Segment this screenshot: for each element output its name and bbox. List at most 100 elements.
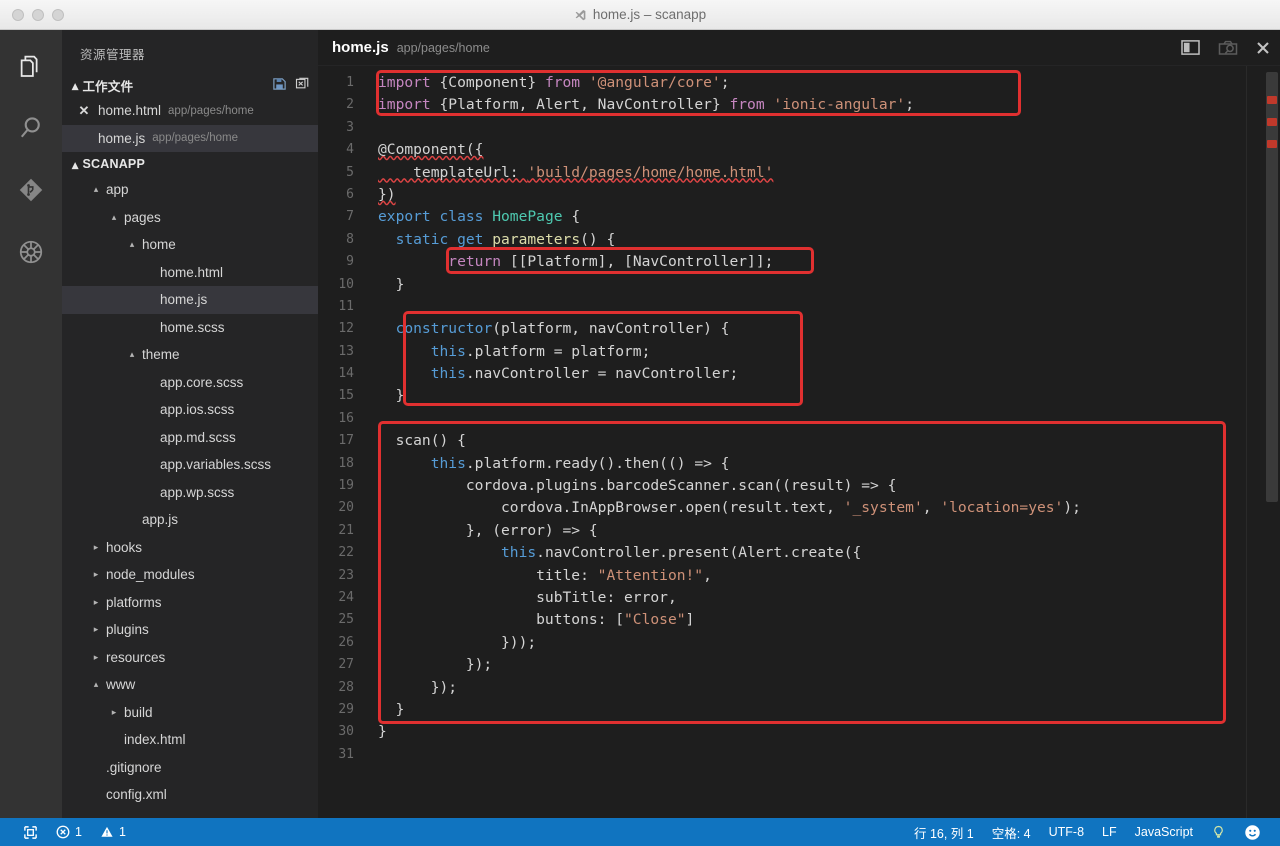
- code-line[interactable]: scan() {: [378, 430, 1280, 452]
- code-line[interactable]: [378, 296, 1280, 318]
- project-section-header[interactable]: ▴ SCANAPP: [62, 152, 318, 176]
- open-editor-item[interactable]: home.js app/pages/home: [62, 124, 318, 152]
- code-line[interactable]: [378, 744, 1280, 766]
- open-editors-section-header[interactable]: ▴ 工作文件: [62, 73, 318, 97]
- code-line[interactable]: import {Platform, Alert, NavController} …: [378, 94, 1280, 116]
- activity-bar-item-debug[interactable]: [13, 234, 49, 270]
- code-line[interactable]: }: [378, 699, 1280, 721]
- status-lightbulb-icon[interactable]: [1202, 818, 1235, 846]
- code-text[interactable]: import {Component} from '@angular/core';…: [364, 66, 1280, 818]
- status-problems-errors[interactable]: 1: [47, 818, 91, 846]
- code-line[interactable]: }));: [378, 632, 1280, 654]
- save-all-icon[interactable]: [272, 76, 287, 94]
- file-tree-item[interactable]: app.js: [62, 506, 318, 534]
- file-tree-item[interactable]: ▴ www: [62, 671, 318, 699]
- code-line[interactable]: [378, 117, 1280, 139]
- file-tree-item[interactable]: ▸ node_modules: [62, 561, 318, 589]
- code-line[interactable]: return [[Platform], [NavController]];: [378, 251, 1280, 273]
- file-tree-item[interactable]: app.ios.scss: [62, 396, 318, 424]
- file-tree-item[interactable]: ▸ resources: [62, 644, 318, 672]
- file-tree-item[interactable]: home.js: [62, 286, 318, 314]
- status-smiley-icon[interactable]: [1235, 818, 1270, 846]
- chevron-right-icon[interactable]: ▸: [90, 542, 102, 553]
- code-line[interactable]: }): [378, 184, 1280, 206]
- code-line[interactable]: }: [378, 721, 1280, 743]
- code-line[interactable]: [378, 408, 1280, 430]
- code-line[interactable]: }: [378, 385, 1280, 407]
- chevron-down-icon[interactable]: ▴: [126, 239, 138, 250]
- file-tree-item[interactable]: ▸ plugins: [62, 616, 318, 644]
- code-line[interactable]: templateUrl: 'build/pages/home/home.html…: [378, 162, 1280, 184]
- code-line[interactable]: @Component({: [378, 139, 1280, 161]
- code-line[interactable]: cordova.InAppBrowser.open(result.text, '…: [378, 497, 1280, 519]
- file-tree-item[interactable]: .gitignore: [62, 754, 318, 782]
- chevron-down-icon[interactable]: ▴: [90, 184, 102, 195]
- file-tree-item[interactable]: ▸ platforms: [62, 589, 318, 617]
- file-tree-item[interactable]: app.wp.scss: [62, 479, 318, 507]
- code-line[interactable]: subTitle: error,: [378, 587, 1280, 609]
- file-tree-item[interactable]: app.md.scss: [62, 424, 318, 452]
- file-tree-item[interactable]: ▸ build: [62, 699, 318, 727]
- code-line[interactable]: cordova.plugins.barcodeScanner.scan((res…: [378, 475, 1280, 497]
- code-line[interactable]: this.platform = platform;: [378, 341, 1280, 363]
- chevron-right-icon[interactable]: ▸: [90, 569, 102, 580]
- code-line[interactable]: static get parameters() {: [378, 229, 1280, 251]
- minimap[interactable]: [1246, 66, 1280, 818]
- file-tree-item-label: app.ios.scss: [160, 402, 235, 418]
- chevron-right-icon[interactable]: ▸: [90, 624, 102, 635]
- code-line[interactable]: this.navController.present(Alert.create(…: [378, 542, 1280, 564]
- code-line[interactable]: constructor(platform, navController) {: [378, 318, 1280, 340]
- code-line[interactable]: });: [378, 654, 1280, 676]
- code-line[interactable]: });: [378, 677, 1280, 699]
- minimize-window-button[interactable]: [32, 8, 44, 21]
- code-line[interactable]: this.platform.ready().then(() => {: [378, 453, 1280, 475]
- breadcrumb[interactable]: home.js app/pages/home: [332, 39, 490, 56]
- chevron-down-icon[interactable]: ▴: [90, 679, 102, 690]
- status-language-mode[interactable]: JavaScript: [1126, 818, 1202, 846]
- code-line[interactable]: export class HomePage {: [378, 206, 1280, 228]
- code-line[interactable]: import {Component} from '@angular/core';: [378, 72, 1280, 94]
- status-indentation[interactable]: 空格: 4: [983, 818, 1040, 846]
- status-eol[interactable]: LF: [1093, 818, 1126, 846]
- status-remote-indicator[interactable]: [14, 818, 47, 846]
- code-line[interactable]: }, (error) => {: [378, 520, 1280, 542]
- split-editor-icon[interactable]: [1181, 39, 1200, 56]
- file-tree-item[interactable]: ▴ home: [62, 231, 318, 259]
- editor-content[interactable]: 1 2 3 4 5 6 7 8 9 10 11 12 13 14 15 16 17 18 19 20 21 22 23 24 2…: [318, 66, 1280, 818]
- status-encoding[interactable]: UTF-8: [1040, 818, 1093, 846]
- chevron-right-icon[interactable]: ▸: [90, 597, 102, 608]
- file-tree-item[interactable]: ▴ app: [62, 176, 318, 204]
- file-tree-item[interactable]: home.html: [62, 259, 318, 287]
- file-tree-item[interactable]: config.xml: [62, 781, 318, 809]
- code-line[interactable]: title: "Attention!",: [378, 565, 1280, 587]
- code-token: from: [544, 74, 589, 91]
- open-preview-icon[interactable]: [1218, 39, 1238, 57]
- open-editor-item[interactable]: ✕ home.html app/pages/home: [62, 97, 318, 125]
- chevron-right-icon[interactable]: ▸: [108, 707, 120, 718]
- code-token: }: [378, 275, 405, 293]
- file-tree-item[interactable]: ▴ pages: [62, 204, 318, 232]
- close-editor-icon[interactable]: [1256, 41, 1270, 55]
- file-tree-item[interactable]: ▸ hooks: [62, 534, 318, 562]
- file-tree-item[interactable]: index.html: [62, 726, 318, 754]
- close-icon[interactable]: ✕: [76, 103, 92, 119]
- file-tree-item[interactable]: app.variables.scss: [62, 451, 318, 479]
- activity-bar-item-explorer[interactable]: [13, 48, 49, 84]
- code-line[interactable]: this.navController = navController;: [378, 363, 1280, 385]
- minimap-scrollbar[interactable]: [1266, 72, 1278, 502]
- code-line[interactable]: buttons: ["Close"]: [378, 609, 1280, 631]
- close-window-button[interactable]: [12, 8, 24, 21]
- activity-bar-item-search[interactable]: [13, 110, 49, 146]
- file-tree-item[interactable]: ▴ theme: [62, 341, 318, 369]
- chevron-down-icon[interactable]: ▴: [108, 212, 120, 223]
- chevron-right-icon[interactable]: ▸: [90, 652, 102, 663]
- status-problems-warnings[interactable]: 1: [91, 818, 135, 846]
- code-line[interactable]: }: [378, 274, 1280, 296]
- file-tree-item[interactable]: app.core.scss: [62, 369, 318, 397]
- file-tree-item[interactable]: home.scss: [62, 314, 318, 342]
- status-cursor-position[interactable]: 行 16, 列 1: [905, 818, 983, 846]
- activity-bar-item-source-control[interactable]: [13, 172, 49, 208]
- maximize-window-button[interactable]: [52, 8, 64, 21]
- chevron-down-icon[interactable]: ▴: [126, 349, 138, 360]
- close-all-icon[interactable]: [295, 76, 310, 94]
